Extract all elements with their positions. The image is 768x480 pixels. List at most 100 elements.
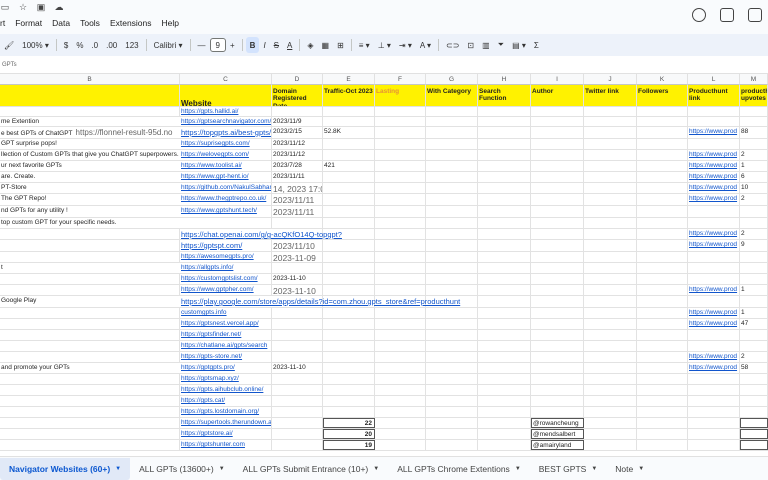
horizontal-align-icon[interactable]: ≡ ▾ (355, 37, 374, 53)
cell-f[interactable] (375, 285, 426, 295)
cell-d[interactable] (272, 429, 323, 439)
cell-h[interactable] (478, 352, 531, 362)
cell-b[interactable] (0, 418, 180, 428)
cell-l[interactable]: https://www.prod (688, 352, 740, 362)
cell-j[interactable] (584, 396, 637, 406)
cell-j[interactable] (584, 341, 637, 351)
cell-g[interactable] (426, 418, 478, 428)
cell-b[interactable] (0, 107, 180, 116)
chevron-down-icon[interactable]: ▼ (515, 466, 521, 472)
cell-i[interactable] (531, 396, 584, 406)
name-box[interactable]: GPTs (2, 62, 17, 68)
cell-g[interactable] (426, 183, 478, 193)
menu-data[interactable]: Data (52, 18, 70, 28)
cell-m[interactable] (740, 385, 768, 395)
cell-f[interactable] (375, 218, 426, 228)
cell-g[interactable] (426, 172, 478, 182)
cell-b[interactable] (0, 374, 180, 384)
cell-g[interactable] (426, 308, 478, 318)
cell-l[interactable] (688, 374, 740, 384)
cell-k[interactable] (637, 150, 688, 160)
cell-g[interactable] (426, 274, 478, 284)
column-header-h[interactable]: H (478, 74, 531, 85)
header-cell-l[interactable]: Producthunt link (688, 85, 740, 106)
cell-h[interactable] (478, 183, 531, 193)
header-cell-g[interactable]: With Category (426, 85, 478, 106)
cell-f[interactable] (375, 352, 426, 362)
cell-m[interactable] (740, 263, 768, 273)
cell-b[interactable] (0, 285, 180, 295)
cell-d[interactable] (272, 319, 323, 329)
cell-e[interactable] (323, 117, 375, 126)
cell-j[interactable] (584, 330, 637, 340)
cell-e[interactable] (323, 139, 375, 149)
cell-b[interactable] (0, 330, 180, 340)
cell-l[interactable] (688, 407, 740, 417)
cell-f[interactable] (375, 341, 426, 351)
cell-j[interactable] (584, 440, 637, 450)
header-cell-d[interactable]: Domain Registered Date (272, 85, 323, 106)
cell-d[interactable] (272, 385, 323, 395)
sheet-tab[interactable]: Navigator Websites (60+) ▼ (0, 457, 131, 480)
header-cell-i[interactable]: Author (531, 85, 584, 106)
cell-h[interactable] (478, 285, 531, 295)
cell-d[interactable]: 2023-11-10 (272, 285, 323, 295)
cell-g[interactable] (426, 117, 478, 126)
cell-l[interactable]: https://www.prod (688, 161, 740, 171)
cell-i[interactable] (531, 407, 584, 417)
cell-j[interactable] (584, 319, 637, 329)
cell-f[interactable] (375, 385, 426, 395)
percent-button[interactable]: % (72, 37, 87, 53)
cell-d[interactable] (272, 330, 323, 340)
cell-m[interactable]: 1 (740, 308, 768, 318)
cell-h[interactable] (478, 172, 531, 182)
cell-i[interactable] (531, 117, 584, 126)
cell-l[interactable]: https://www.prod (688, 229, 740, 239)
cell-e[interactable] (323, 240, 375, 251)
cell-k[interactable] (637, 139, 688, 149)
cell-l[interactable] (688, 440, 740, 450)
cell-i[interactable] (531, 139, 584, 149)
cell-h[interactable] (478, 139, 531, 149)
cell-k[interactable] (637, 341, 688, 351)
comment-icon[interactable] (720, 8, 734, 22)
cell-c[interactable]: https://supertools.therundown.ai/gpts (180, 418, 272, 428)
cell-d[interactable] (272, 374, 323, 384)
cell-b[interactable] (0, 274, 180, 284)
cell-l[interactable]: https://www.prod (688, 150, 740, 160)
cell-c[interactable]: https://gptsmap.xyz/ (180, 374, 272, 384)
cell-i[interactable] (531, 206, 584, 217)
cell-m[interactable] (740, 407, 768, 417)
cell-m[interactable]: 9 (740, 240, 768, 251)
cell-d[interactable] (272, 352, 323, 362)
cell-g[interactable] (426, 341, 478, 351)
cell-m[interactable]: 58 (740, 363, 768, 373)
cell-c[interactable]: https://www.gpt-hent.io/ (180, 172, 272, 182)
cell-k[interactable] (637, 285, 688, 295)
cell-c[interactable]: https://gptsearchnavigator.com/ (180, 117, 272, 126)
cell-k[interactable] (637, 374, 688, 384)
cell-b[interactable]: Google Play (0, 296, 180, 307)
cell-m[interactable] (740, 107, 768, 116)
cell-h[interactable] (478, 252, 531, 262)
cell-g[interactable] (426, 107, 478, 116)
cell-d[interactable]: 14, 2023 17:01 (272, 183, 323, 193)
cell-g[interactable] (426, 374, 478, 384)
cell-e[interactable] (323, 319, 375, 329)
cell-k[interactable] (637, 229, 688, 239)
cell-l[interactable]: https://www.prod (688, 127, 740, 138)
cell-f[interactable] (375, 150, 426, 160)
cell-e[interactable] (323, 374, 375, 384)
cell-d[interactable]: 2023/11/11 (272, 206, 323, 217)
cell-k[interactable] (637, 274, 688, 284)
cell-j[interactable] (584, 107, 637, 116)
cell-g[interactable] (426, 263, 478, 273)
cell-i[interactable] (531, 218, 584, 228)
cell-k[interactable] (637, 252, 688, 262)
cell-j[interactable] (584, 161, 637, 171)
cell-d[interactable]: 2023/11/11 (272, 194, 323, 205)
header-cell-m[interactable]: producthunt upvotes (740, 85, 768, 106)
cell-b[interactable] (0, 229, 180, 239)
font-size-increase-button[interactable]: + (226, 37, 239, 53)
cell-g[interactable] (426, 252, 478, 262)
